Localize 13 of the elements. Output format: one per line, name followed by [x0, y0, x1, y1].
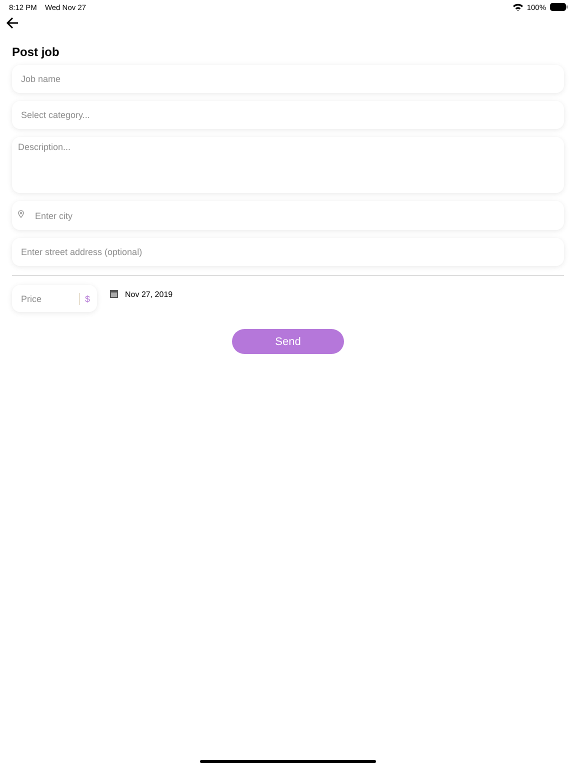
page-title: Post job — [12, 45, 60, 59]
currency-symbol: $ — [85, 294, 90, 304]
wifi-icon — [512, 3, 523, 11]
back-arrow-icon[interactable] — [6, 17, 19, 29]
battery-icon — [550, 3, 568, 11]
date-text[interactable]: Nov 27, 2019 — [125, 290, 173, 299]
calendar-icon — [110, 290, 118, 298]
input-field[interactable]: Select category... — [12, 101, 564, 129]
description-field[interactable]: Description... — [12, 137, 564, 193]
location-pin-icon — [18, 210, 24, 218]
input-field[interactable]: Enter street address (optional) — [12, 238, 564, 266]
input-field[interactable]: Job name — [12, 65, 564, 93]
city-field[interactable]: Enter city — [12, 201, 564, 230]
